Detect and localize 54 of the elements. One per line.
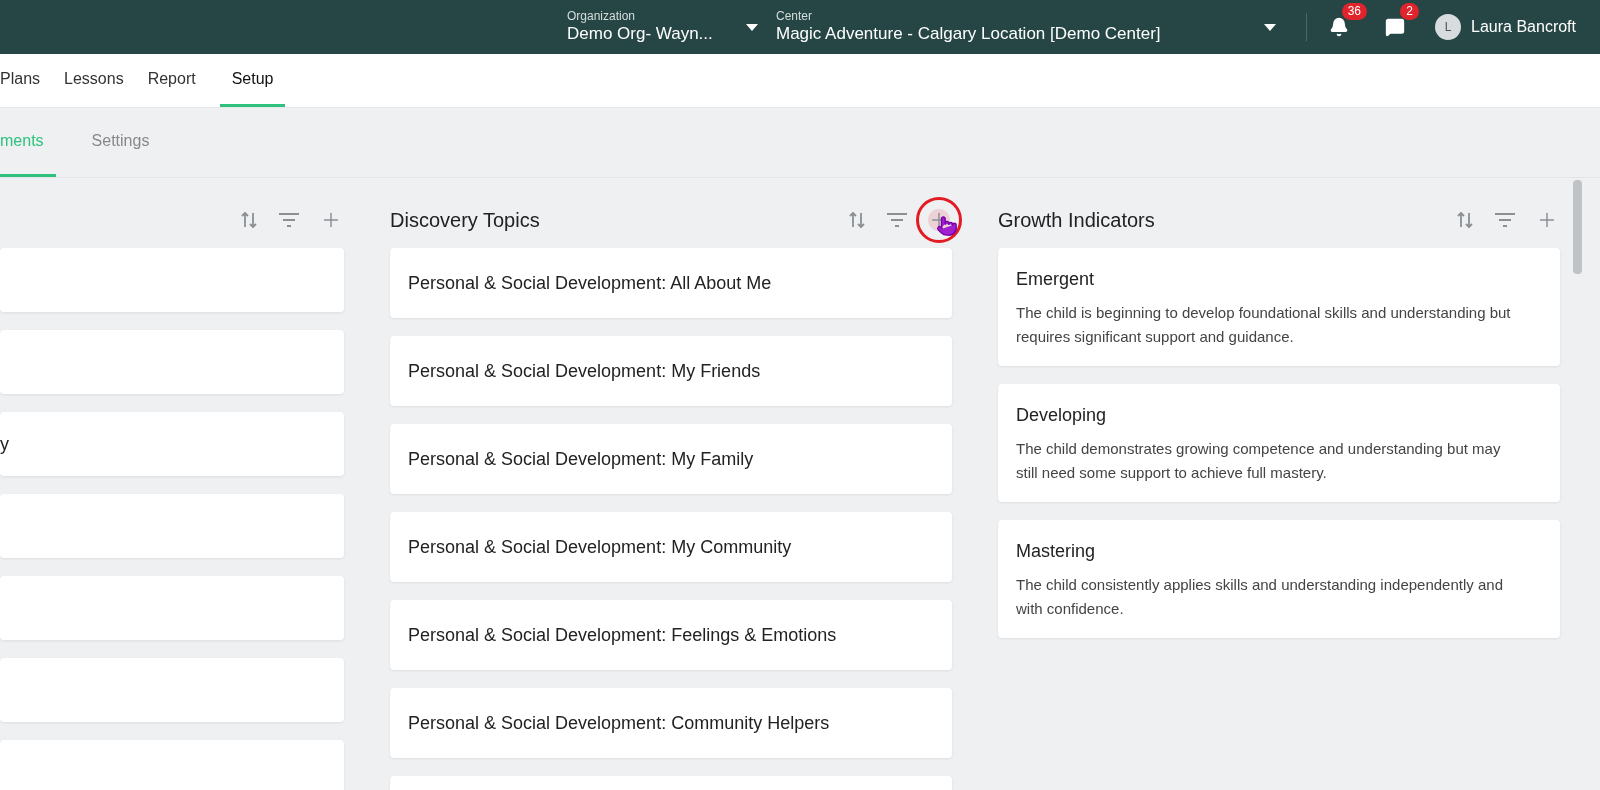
center-select[interactable]: Center Magic Adventure - Calgary Location [Demo Center] bbox=[776, 9, 1277, 45]
card-description: The child demonstrates growing competence and understanding but may still need some support to achieve full mastery. bbox=[1016, 438, 1502, 483]
card[interactable]: y bbox=[0, 412, 344, 476]
card[interactable]: Personal & Social Development: Community Helpers bbox=[390, 688, 952, 758]
select-label: Center bbox=[776, 9, 813, 23]
notification-badge: 36 bbox=[1341, 3, 1368, 20]
column-title: Discovery Topics bbox=[390, 208, 541, 233]
filter-button[interactable] bbox=[278, 212, 300, 228]
select-value: Demo Org- Wayn... bbox=[567, 23, 714, 45]
user-avatar: L bbox=[1435, 14, 1462, 40]
sort-button[interactable] bbox=[848, 210, 866, 230]
pointer-cursor-icon bbox=[936, 215, 958, 237]
card-description: The child consistently applies skills and understanding independently and with confidence. bbox=[1016, 574, 1504, 619]
chat-icon bbox=[1385, 17, 1406, 37]
card-description: The child is beginning to develop foundational skills and understanding but requires significant support and guidance. bbox=[1016, 302, 1512, 347]
column-title: Growth Indicators bbox=[998, 208, 1156, 233]
card[interactable]: Personal & Social Development: My Community bbox=[390, 512, 952, 582]
card-title: Personal & Social Development: Feelings & Emotions bbox=[408, 623, 838, 647]
card-title: Personal & Social Development: All About Me bbox=[408, 271, 773, 295]
card[interactable]: Personal & Social Development: My Family bbox=[390, 424, 952, 494]
filter-button[interactable] bbox=[886, 212, 908, 228]
notifications-button[interactable]: 36 bbox=[1329, 3, 1368, 41]
card-title: y bbox=[0, 432, 10, 456]
select-label: Organization bbox=[567, 9, 637, 23]
card-title: Personal & Social Development: My Friends bbox=[408, 359, 762, 383]
sort-button[interactable] bbox=[240, 210, 258, 230]
nav-tab[interactable]: Lessons bbox=[64, 54, 124, 107]
nav-tab[interactable]: Report bbox=[147, 54, 196, 107]
card[interactable]: Emergent The child is beginning to develop foundational skills and understanding but requires significant support and guidance. bbox=[998, 248, 1560, 366]
nav-tab[interactable]: Setup bbox=[219, 54, 286, 107]
card[interactable]: Personal & Social Development: All About Me bbox=[390, 248, 952, 318]
card[interactable]: Mastering The child consistently applies skills and understanding independently and with confidence. bbox=[998, 520, 1560, 638]
card-title: Developing bbox=[1016, 403, 1108, 427]
bell-icon bbox=[1329, 17, 1350, 37]
scrollbar-thumb[interactable] bbox=[1573, 180, 1582, 274]
organization-select[interactable]: Organization Demo Org- Wayn... bbox=[567, 9, 758, 45]
user-menu[interactable]: L Laura Bancroft bbox=[1435, 14, 1576, 40]
messages-button[interactable]: 2 bbox=[1385, 3, 1420, 41]
caret-icon bbox=[746, 23, 758, 31]
caret-icon bbox=[1264, 23, 1277, 31]
card-title: Personal & Social Development: My Family bbox=[408, 447, 755, 471]
nav-tab[interactable]: Plans bbox=[0, 54, 41, 107]
message-badge: 2 bbox=[1400, 3, 1420, 20]
card-title: Personal & Social Development: Community Helpers bbox=[408, 711, 831, 735]
user-name: Laura Bancroft bbox=[1471, 17, 1576, 37]
card-title: Emergent bbox=[1016, 267, 1096, 291]
sort-button[interactable] bbox=[1456, 210, 1474, 230]
card[interactable]: Personal & Social Development: Feelings & Emotions bbox=[390, 600, 952, 670]
card-title: Mastering bbox=[1016, 539, 1097, 563]
card-title: Personal & Social Development: My Community bbox=[408, 535, 793, 559]
card[interactable]: Personal & Social Development: My Friends bbox=[390, 336, 952, 406]
card[interactable]: Developing The child demonstrates growing competence and understanding but may still need some support to achieve full mastery. bbox=[998, 384, 1560, 502]
select-value: Magic Adventure - Calgary Location [Demo Center] bbox=[776, 23, 1162, 45]
filter-button[interactable] bbox=[1494, 212, 1516, 228]
